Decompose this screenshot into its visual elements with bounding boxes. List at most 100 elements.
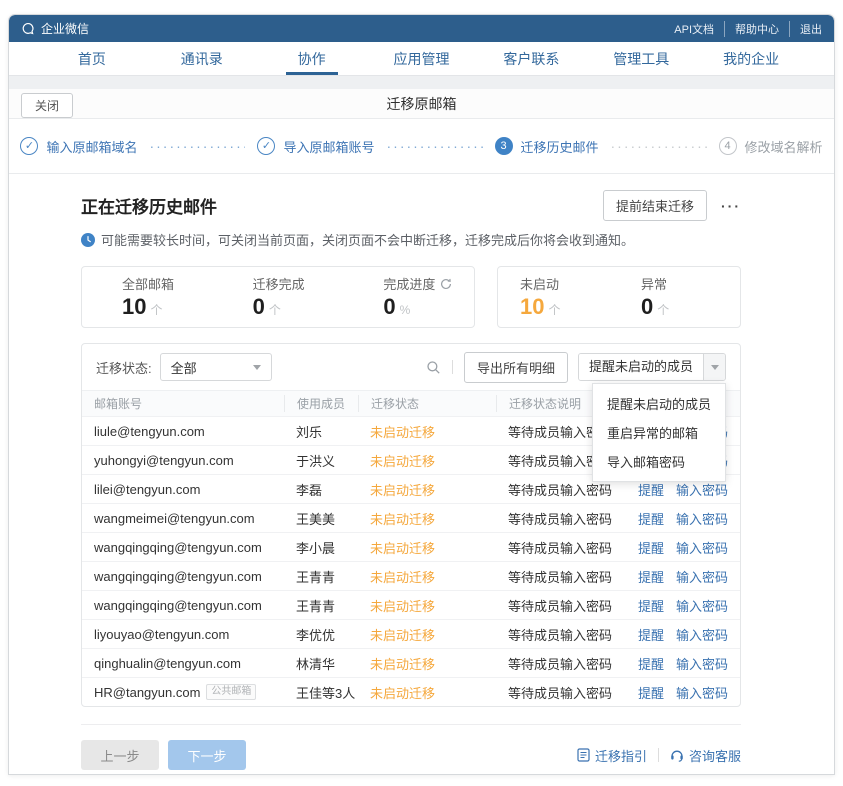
status-filter-select[interactable]: 全部 (160, 353, 272, 381)
input-password-link[interactable]: 输入密码 (676, 567, 728, 586)
step-label: 导入原邮箱账号 (283, 137, 374, 156)
document-icon (577, 748, 590, 762)
member-cell: 王青青 (284, 596, 358, 615)
step-number: ✓ (257, 137, 275, 155)
step-number: 4 (719, 137, 737, 155)
input-password-link[interactable]: 输入密码 (676, 625, 728, 644)
status-filter-value: 全部 (171, 358, 197, 377)
nav-item[interactable]: 协作 (257, 42, 367, 75)
contact-support-link[interactable]: 咨询客服 (670, 746, 741, 765)
bulk-action-button[interactable]: 提醒未启动的成员 (578, 353, 726, 381)
search-icon[interactable] (426, 360, 441, 375)
nav-item-label: 我的企业 (723, 49, 779, 69)
remind-link[interactable]: 提醒 (638, 509, 664, 528)
remind-link[interactable]: 提醒 (638, 480, 664, 499)
topbar-link[interactable]: API文档 (674, 21, 714, 37)
table-row: liyouyao@tengyun.com 李优优 未启动迁移 等待成员输入密码 … (82, 619, 740, 648)
table-row: qinghualin@tengyun.com 林清华 未启动迁移 等待成员输入密… (82, 648, 740, 677)
status-filter-label: 迁移状态: (96, 358, 152, 377)
nav-item[interactable]: 客户联系 (476, 42, 586, 75)
nav-item[interactable]: 管理工具 (586, 42, 696, 75)
email-address: yuhongyi@tengyun.com (94, 453, 234, 468)
remind-link[interactable]: 提醒 (638, 654, 664, 673)
step-connector (611, 141, 707, 151)
status-desc-cell: 等待成员输入密码 (496, 509, 638, 528)
member-cell: 王青青 (284, 567, 358, 586)
input-password-link[interactable]: 输入密码 (676, 654, 728, 673)
remind-link[interactable]: 提醒 (638, 596, 664, 615)
nav-item[interactable]: 通讯录 (147, 42, 257, 75)
remind-link[interactable]: 提醒 (638, 625, 664, 644)
migration-table: 迁移状态: 全部 导出所有明细 提醒未启动的成员 (81, 343, 741, 707)
stat-unit: 个 (548, 301, 560, 318)
input-password-link[interactable]: 输入密码 (676, 480, 728, 499)
email-cell: wangqingqing@tengyun.com (94, 569, 284, 584)
nav-item[interactable]: 我的企业 (696, 42, 806, 75)
topbar: 企业微信 API文档帮助中心退出 (9, 15, 834, 42)
step-number: 3 (495, 137, 513, 155)
input-password-link[interactable]: 输入密码 (676, 683, 728, 702)
email-cell: wangmeimei@tengyun.com (94, 511, 284, 526)
more-actions-button[interactable]: ··· (721, 198, 741, 214)
member-cell: 于洪义 (284, 451, 358, 470)
bulk-action-label: 提醒未启动的成员 (579, 354, 703, 380)
end-migration-button[interactable]: 提前结束迁移 (603, 190, 707, 221)
nav-item[interactable]: 应用管理 (367, 42, 477, 75)
input-password-link[interactable]: 输入密码 (676, 509, 728, 528)
notice: 可能需要较长时间，可关闭当前页面，关闭页面不会中断迁移，迁移完成后你将会收到通知… (81, 230, 741, 249)
export-details-button[interactable]: 导出所有明细 (464, 352, 568, 383)
row-actions: 提醒 输入密码 (638, 683, 728, 702)
public-mailbox-badge: 公共邮箱 (206, 684, 256, 700)
bulk-menu-item[interactable]: 导入邮箱密码 (593, 447, 725, 476)
table-row: HR@tangyun.com 公共邮箱 王佳等3人 未启动迁移 等待成员输入密码… (82, 677, 740, 706)
stat-label: 完成进度 (383, 274, 435, 293)
input-password-link[interactable]: 输入密码 (676, 596, 728, 615)
status-desc-cell: 等待成员输入密码 (496, 596, 638, 615)
migration-guide-link[interactable]: 迁移指引 (577, 746, 647, 765)
divider (452, 360, 453, 374)
stat-unit: 个 (150, 301, 162, 318)
migration-guide-label: 迁移指引 (595, 746, 647, 765)
heading-row: 正在迁移历史邮件 提前结束迁移 ··· (81, 190, 741, 221)
status-cell: 未启动迁移 (358, 509, 496, 528)
email-address: wangqingqing@tengyun.com (94, 598, 262, 613)
input-password-link[interactable]: 输入密码 (676, 538, 728, 557)
remind-link[interactable]: 提醒 (638, 683, 664, 702)
stat-unit: % (400, 303, 411, 317)
stats-row: 全部邮箱 10 个 迁移完成 (81, 266, 741, 328)
topbar-link[interactable]: 帮助中心 (724, 21, 779, 37)
step-item: ✓ 导入原邮箱账号 (257, 137, 374, 156)
next-step-button[interactable]: 下一步 (168, 740, 246, 770)
refresh-icon[interactable] (440, 278, 452, 290)
email-cell: liyouyao@tengyun.com (94, 627, 284, 642)
column-header: 邮箱账号 (94, 395, 284, 412)
prev-step-button[interactable]: 上一步 (81, 740, 159, 770)
stat-label: 未启动 (520, 274, 559, 293)
row-actions: 提醒 输入密码 (638, 480, 728, 499)
step-item: ✓ 输入原邮箱域名 (20, 137, 137, 156)
stats-card-progress: 全部邮箱 10 个 迁移完成 (81, 266, 475, 328)
stat: 完成进度 0 % (343, 274, 474, 320)
nav-item[interactable]: 首页 (37, 42, 147, 75)
page: 企业微信 API文档帮助中心退出 首页 通讯录 协作 (0, 0, 843, 786)
bulk-action-menu: 提醒未启动的成员重启异常的邮箱导入邮箱密码 (592, 383, 726, 482)
nav-item-label: 通讯录 (181, 49, 223, 69)
remind-link[interactable]: 提醒 (638, 567, 664, 586)
row-actions: 提醒 输入密码 (638, 509, 728, 528)
bulk-menu-item[interactable]: 重启异常的邮箱 (593, 418, 725, 447)
stat: 迁移完成 0 个 (213, 274, 344, 320)
brand: 企业微信 (21, 20, 89, 37)
stat-value: 0 (253, 294, 265, 320)
status-cell: 未启动迁移 (358, 480, 496, 499)
remind-link[interactable]: 提醒 (638, 538, 664, 557)
close-button[interactable]: 关闭 (21, 93, 73, 118)
member-cell: 李小晨 (284, 538, 358, 557)
row-actions: 提醒 输入密码 (638, 538, 728, 557)
member-cell: 李优优 (284, 625, 358, 644)
status-desc-cell: 等待成员输入密码 (496, 654, 638, 673)
member-cell: 刘乐 (284, 422, 358, 441)
stat-unit: 个 (269, 301, 281, 318)
bulk-action-caret[interactable] (703, 354, 725, 380)
topbar-link[interactable]: 退出 (789, 21, 822, 37)
bulk-menu-item[interactable]: 提醒未启动的成员 (593, 389, 725, 418)
